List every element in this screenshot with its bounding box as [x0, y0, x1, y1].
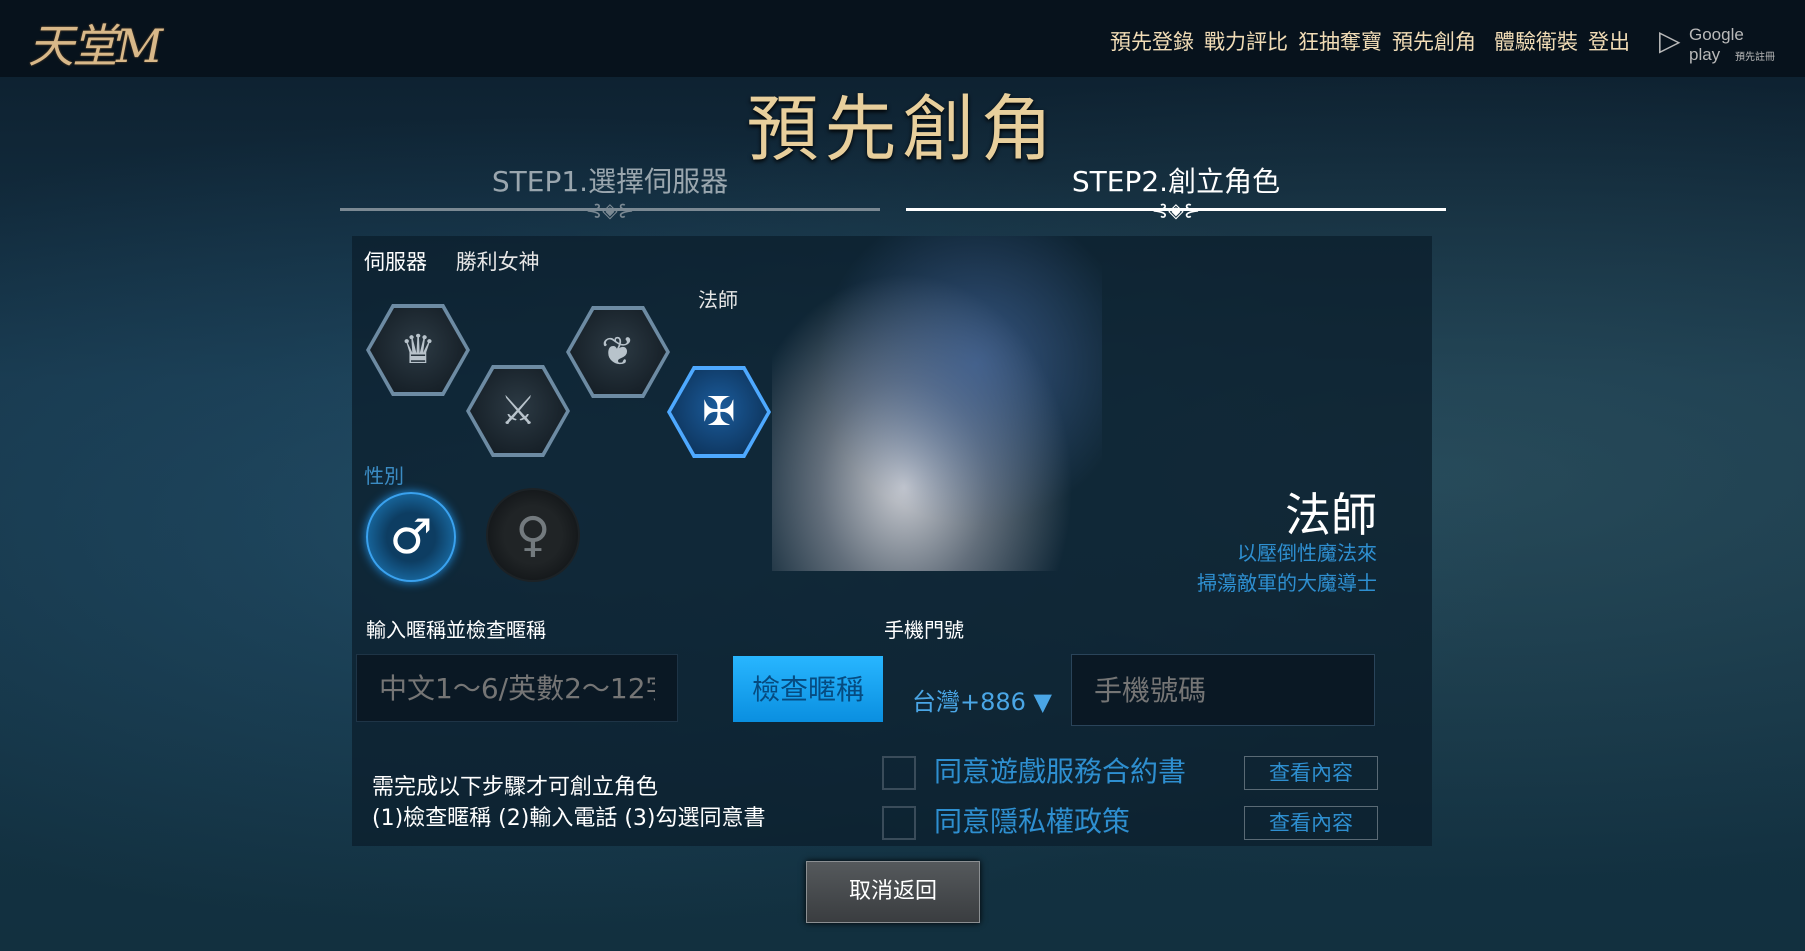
crown-class-icon: ♛	[370, 308, 466, 392]
server-value: 勝利女神	[455, 250, 540, 274]
female-gender-button[interactable]: ♀	[486, 488, 580, 582]
class-knight-button[interactable]: ⚔	[466, 365, 570, 457]
male-icon: ♂	[389, 509, 433, 565]
class-desc-line2: 掃蕩敵軍的大魔導士	[1197, 571, 1377, 595]
mage-class-icon: ✠	[671, 370, 767, 454]
step1-label: STEP1.選擇伺服器	[491, 165, 729, 198]
agree-privacy-label: 同意隱私權政策	[934, 805, 1131, 838]
server-label: 伺服器	[364, 250, 427, 274]
phone-input[interactable]	[1071, 654, 1375, 726]
agree-privacy-checkbox[interactable]	[882, 806, 916, 840]
character-portrait	[772, 236, 1102, 571]
nav-experience-outfit[interactable]: 體驗衛裝	[1494, 26, 1578, 56]
top-nav: 預先登錄 戰力評比 狂抽奪寶 預先創角 體驗衛裝 登出	[1100, 26, 1630, 56]
google-play-badge[interactable]: ▷ Google play 預先註冊	[1657, 22, 1777, 64]
nav-power-rating[interactable]: 戰力評比	[1204, 26, 1288, 56]
step-tabs: STEP1.選擇伺服器 ⊰◈⊱ STEP2.創立角色 ⊰◈⊱	[340, 160, 1446, 222]
tab-step2[interactable]: STEP2.創立角色 ⊰◈⊱	[906, 160, 1446, 222]
check-nickname-button[interactable]: 檢查暱稱	[733, 656, 883, 722]
gender-label: 性別	[364, 464, 404, 488]
game-logo[interactable]: 天堂M	[28, 10, 163, 76]
requirements-text: 需完成以下步驟才可創立角色 (1)檢查暱稱 (2)輸入電話 (3)勾選同意書	[372, 772, 765, 834]
class-description: 以壓倒性魔法來 掃蕩敵軍的大魔導士	[1197, 538, 1377, 598]
agree-terms-checkbox[interactable]	[882, 756, 916, 790]
step2-label: STEP2.創立角色	[1071, 165, 1281, 198]
tab-step1[interactable]: STEP1.選擇伺服器 ⊰◈⊱	[340, 160, 880, 222]
phone-label: 手機門號	[884, 618, 964, 642]
play-triangle-icon: ▷	[1659, 24, 1681, 57]
nav-pre-create-character[interactable]: 預先創角	[1392, 26, 1476, 56]
nav-logout[interactable]: 登出	[1588, 26, 1630, 56]
selected-class-label: 法師	[698, 288, 738, 312]
country-code-select[interactable]: 台灣+886 ▼	[912, 682, 1052, 717]
nickname-input[interactable]	[356, 654, 678, 722]
elf-class-icon: ❦	[570, 310, 666, 394]
nickname-label: 輸入暱稱並檢查暱稱	[366, 618, 546, 642]
agree-terms-label: 同意遊戲服務合約書	[934, 755, 1187, 788]
view-terms-button[interactable]: 查看內容	[1244, 756, 1378, 790]
class-elf-button[interactable]: ❦	[566, 306, 670, 398]
knight-class-icon: ⚔	[470, 369, 566, 453]
male-gender-button[interactable]: ♂	[366, 492, 456, 582]
ornament-icon: ⊰◈⊱	[585, 198, 635, 222]
server-info: 伺服器 勝利女神	[364, 246, 540, 276]
class-crown-button[interactable]: ♛	[366, 304, 470, 396]
view-privacy-button[interactable]: 查看內容	[1244, 806, 1378, 840]
google-play-subtitle: 預先註冊	[1735, 52, 1775, 63]
class-title: 法師	[1285, 488, 1377, 542]
nav-pre-register[interactable]: 預先登錄	[1110, 26, 1194, 56]
ornament-icon: ⊰◈⊱	[1151, 198, 1201, 222]
top-bar: 天堂M 預先登錄 戰力評比 狂抽奪寶 預先創角 體驗衛裝 登出 ▷ Google…	[0, 0, 1805, 77]
cancel-button[interactable]: 取消返回	[806, 861, 980, 923]
requirements-line2: (1)檢查暱稱 (2)輸入電話 (3)勾選同意書	[372, 806, 766, 831]
class-mage-button[interactable]: ✠	[667, 366, 771, 458]
character-creation-panel: 伺服器 勝利女神 ♛ ⚔ ❦ 法師 ✠ 性別 ♂ ♀ 法師 以壓倒性魔法來 掃蕩…	[352, 236, 1432, 846]
female-icon: ♀	[515, 507, 551, 563]
nav-lottery[interactable]: 狂抽奪寶	[1298, 26, 1382, 56]
class-desc-line1: 以壓倒性魔法來	[1237, 541, 1377, 565]
requirements-line1: 需完成以下步驟才可創立角色	[372, 775, 659, 800]
